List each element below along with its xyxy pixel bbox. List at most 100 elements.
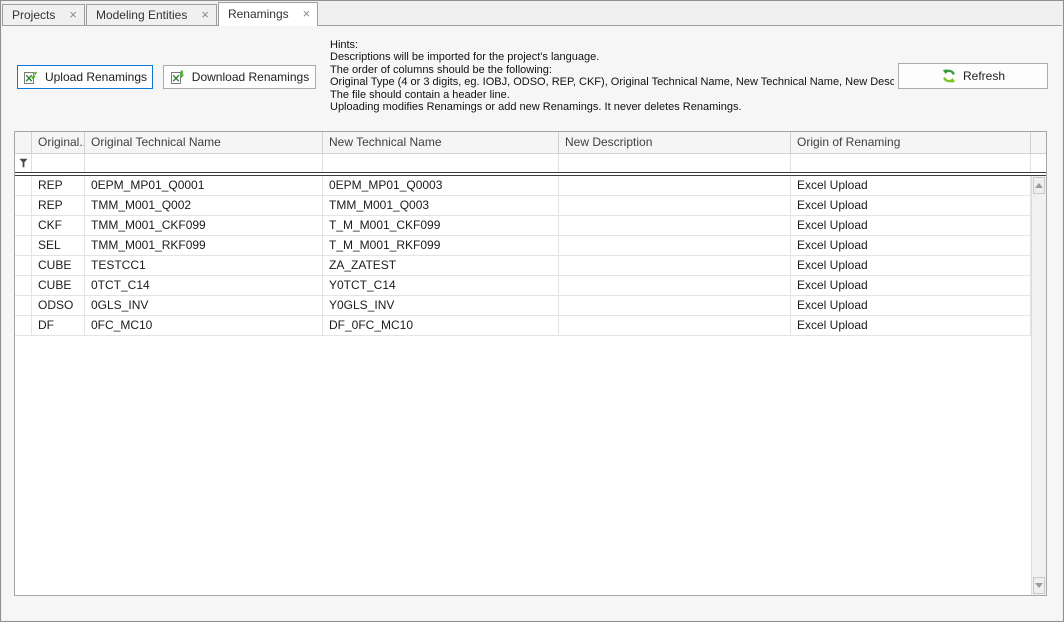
row-indicator-cell [15,256,32,275]
cell-new-description [559,176,791,195]
column-header-original-type[interactable]: Original... [32,132,85,154]
cell-origin-of-renaming: Excel Upload [791,176,1031,195]
filter-cell-original-technical-name[interactable] [85,154,323,172]
tab-modeling-entities[interactable]: Modeling Entities × [86,4,217,25]
row-indicator-cell [15,216,32,235]
cell-origin-of-renaming: Excel Upload [791,256,1031,275]
cell-origin-of-renaming: Excel Upload [791,316,1031,335]
tab-renamings[interactable]: Renamings × [218,2,318,26]
cell-origin-of-renaming: Excel Upload [791,196,1031,215]
row-indicator-cell [15,276,32,295]
cell-new-technical-name: T_M_M001_CKF099 [323,216,559,235]
table-row[interactable]: CUBE TESTCC1 ZA_ZATEST Excel Upload [15,256,1032,276]
filter-cell-new-technical-name[interactable] [323,154,559,172]
refresh-button[interactable]: Refresh [898,63,1048,89]
column-header-original-technical-name[interactable]: Original Technical Name [85,132,323,154]
app-window: Projects × Modeling Entities × Renamings… [0,0,1064,622]
cell-new-technical-name: Y0TCT_C14 [323,276,559,295]
column-header-new-description[interactable]: New Description [559,132,791,154]
upload-renamings-button[interactable]: Upload Renamings [17,65,153,89]
table-row[interactable]: CUBE 0TCT_C14 Y0TCT_C14 Excel Upload [15,276,1032,296]
renamings-panel: Upload Renamings Download Renamings Refr… [2,25,1062,620]
cell-original-type: ODSO [32,296,85,315]
hint-line: Hints: [330,39,894,51]
tab-bar: Projects × Modeling Entities × Renamings… [2,1,1062,25]
table-row[interactable]: DF 0FC_MC10 DF_0FC_MC10 Excel Upload [15,316,1032,336]
filter-cell-new-description[interactable] [559,154,791,172]
hint-line: The order of columns should be the follo… [330,64,894,76]
cell-original-technical-name: 0FC_MC10 [85,316,323,335]
table-row[interactable]: SEL TMM_M001_RKF099 T_M_M001_RKF099 Exce… [15,236,1032,256]
filter-cell-original-type[interactable] [32,154,85,172]
upload-button-label: Upload Renamings [45,70,147,84]
tab-label: Projects [12,8,55,22]
cell-new-description [559,236,791,255]
row-indicator-cell [15,236,32,255]
cell-new-description [559,316,791,335]
download-renamings-button[interactable]: Download Renamings [163,65,316,89]
table-body: REP 0EPM_MP01_Q0001 0EPM_MP01_Q0003 Exce… [15,176,1032,336]
cell-original-technical-name: TMM_M001_RKF099 [85,236,323,255]
cell-new-technical-name: TMM_M001_Q003 [323,196,559,215]
cell-new-technical-name: Y0GLS_INV [323,296,559,315]
cell-new-technical-name: 0EPM_MP01_Q0003 [323,176,559,195]
cell-new-description [559,296,791,315]
grid-header-row: Original... Original Technical Name New … [15,132,1046,154]
close-icon[interactable]: × [303,9,311,19]
excel-upload-icon [23,69,39,85]
column-header-spacer [1031,132,1046,154]
hint-line: Uploading modifies Renamings or add new … [330,101,894,113]
cell-original-technical-name: 0EPM_MP01_Q0001 [85,176,323,195]
cell-origin-of-renaming: Excel Upload [791,216,1031,235]
close-icon[interactable]: × [69,10,77,20]
row-indicator-cell [15,316,32,335]
hints-block: Hints: Descriptions will be imported for… [330,39,894,113]
hint-line: Original Type (4 or 3 digits, eg. IOBJ, … [330,76,894,88]
scroll-down-button[interactable] [1033,577,1045,594]
cell-new-technical-name: DF_0FC_MC10 [323,316,559,335]
scroll-up-icon [1035,183,1043,188]
cell-original-type: REP [32,196,85,215]
cell-original-type: SEL [32,236,85,255]
refresh-button-label: Refresh [963,69,1005,83]
cell-original-type: CUBE [32,256,85,275]
cell-new-technical-name: ZA_ZATEST [323,256,559,275]
tab-projects[interactable]: Projects × [2,4,85,25]
cell-original-type: DF [32,316,85,335]
cell-original-technical-name: 0GLS_INV [85,296,323,315]
table-row[interactable]: CKF TMM_M001_CKF099 T_M_M001_CKF099 Exce… [15,216,1032,236]
cell-original-technical-name: TMM_M001_Q002 [85,196,323,215]
table-row[interactable]: REP TMM_M001_Q002 TMM_M001_Q003 Excel Up… [15,196,1032,216]
filter-row [15,154,1046,172]
column-header-origin-of-renaming[interactable]: Origin of Renaming [791,132,1031,154]
row-indicator-cell [15,196,32,215]
tab-label: Renamings [228,7,289,21]
close-icon[interactable]: × [201,10,209,20]
cell-new-technical-name: T_M_M001_RKF099 [323,236,559,255]
cell-original-technical-name: 0TCT_C14 [85,276,323,295]
excel-download-icon [170,69,186,85]
renamings-grid: Original... Original Technical Name New … [14,131,1047,596]
scroll-up-button[interactable] [1033,177,1045,194]
cell-new-description [559,216,791,235]
row-indicator-cell [15,176,32,195]
cell-original-type: REP [32,176,85,195]
hint-line: The file should contain a header line. [330,89,894,101]
cell-original-technical-name: TESTCC1 [85,256,323,275]
column-header-new-technical-name[interactable]: New Technical Name [323,132,559,154]
filter-funnel-icon [19,158,28,168]
filter-cell-origin-of-renaming[interactable] [791,154,1031,172]
filter-row-indicator [15,154,32,172]
table-row[interactable]: ODSO 0GLS_INV Y0GLS_INV Excel Upload [15,296,1032,316]
cell-origin-of-renaming: Excel Upload [791,236,1031,255]
cell-original-technical-name: TMM_M001_CKF099 [85,216,323,235]
cell-origin-of-renaming: Excel Upload [791,296,1031,315]
vertical-scrollbar[interactable] [1031,176,1046,595]
table-row[interactable]: REP 0EPM_MP01_Q0001 0EPM_MP01_Q0003 Exce… [15,176,1032,196]
refresh-icon [941,68,957,84]
cell-new-description [559,256,791,275]
cell-origin-of-renaming: Excel Upload [791,276,1031,295]
scroll-down-icon [1035,583,1043,588]
cell-new-description [559,196,791,215]
filter-cell-spacer [1031,154,1046,172]
